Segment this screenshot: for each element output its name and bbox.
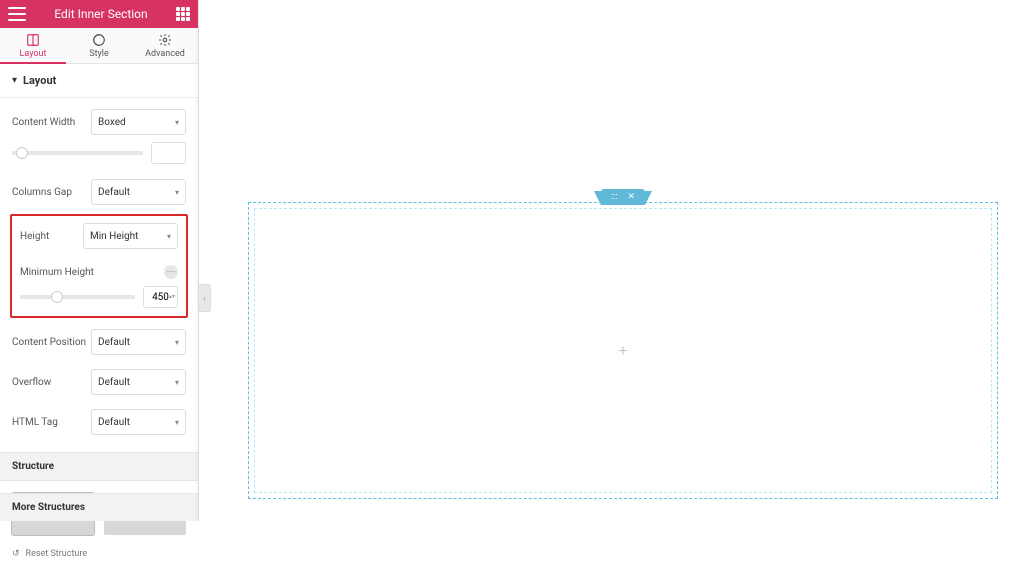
columns-gap-select[interactable]: Default▾ [91, 179, 186, 205]
apps-grid-icon[interactable] [176, 7, 190, 21]
control-html-tag: HTML Tag Default▾ [12, 408, 186, 436]
content-width-input[interactable] [151, 142, 186, 164]
caret-down-icon: ▾ [175, 188, 179, 197]
gear-icon [158, 33, 172, 47]
height-highlight: Height Min Height▾ Minimum Height ⋯ 450▴… [10, 214, 188, 318]
layout-icon [26, 33, 40, 47]
html-tag-select[interactable]: Default▾ [91, 409, 186, 435]
chevron-down-icon: ▾ [12, 75, 17, 86]
height-select[interactable]: Min Height▾ [83, 223, 178, 249]
html-tag-label: HTML Tag [12, 417, 58, 428]
drag-handle-icon[interactable]: ::: [611, 192, 618, 202]
caret-down-icon: ▾ [175, 378, 179, 387]
collapse-sidebar-handle[interactable]: ‹ [199, 284, 211, 312]
control-content-width: Content Width Boxed▾ [12, 108, 186, 136]
caret-down-icon: ▾ [175, 118, 179, 127]
control-overflow: Overflow Default▾ [12, 368, 186, 396]
tab-label: Style [89, 49, 109, 59]
tab-label: Layout [20, 49, 47, 59]
more-structures-header[interactable]: More Structures [0, 493, 198, 521]
section-layout-header[interactable]: ▾ Layout [0, 64, 198, 98]
sidebar-header: Edit Inner Section [0, 0, 198, 28]
tab-layout[interactable]: Layout [0, 28, 66, 63]
content-width-label: Content Width [12, 117, 75, 128]
content-position-select[interactable]: Default▾ [91, 329, 186, 355]
section-canvas[interactable]: ::: ✕ + [248, 202, 998, 499]
min-height-input[interactable]: 450▴▾ [143, 286, 178, 308]
reset-structure-button[interactable]: ↺ Reset Structure [12, 549, 186, 559]
caret-down-icon: ▾ [167, 232, 171, 241]
section-layout-label: Layout [23, 74, 56, 87]
undo-icon: ↺ [12, 549, 20, 559]
close-icon[interactable]: ✕ [628, 192, 636, 202]
min-height-slider[interactable] [20, 295, 135, 299]
layout-controls: Content Width Boxed▾ Columns Gap Default… [0, 98, 198, 436]
content-position-label: Content Position [12, 337, 86, 348]
editor-tabs: Layout Style Advanced [0, 28, 198, 64]
plus-icon[interactable]: + [618, 341, 627, 360]
control-min-height: Minimum Height ⋯ [20, 258, 178, 286]
hamburger-icon[interactable] [8, 7, 26, 21]
units-icon[interactable]: ⋯ [164, 265, 178, 279]
sidebar-title: Edit Inner Section [54, 7, 147, 21]
style-icon [92, 33, 106, 47]
columns-gap-label: Columns Gap [12, 187, 72, 198]
column-drop-area[interactable]: + [254, 208, 992, 493]
structure-header: Structure [0, 452, 198, 481]
content-width-select[interactable]: Boxed▾ [91, 109, 186, 135]
content-width-slider-row [12, 142, 186, 164]
control-height: Height Min Height▾ [20, 222, 178, 250]
overflow-select[interactable]: Default▾ [91, 369, 186, 395]
min-height-label: Minimum Height [20, 267, 94, 278]
min-height-slider-row: 450▴▾ [20, 286, 178, 308]
control-columns-gap: Columns Gap Default▾ [12, 178, 186, 206]
control-content-position: Content Position Default▾ [12, 328, 186, 356]
height-label: Height [20, 231, 49, 242]
caret-down-icon: ▾ [175, 418, 179, 427]
caret-down-icon: ▾ [175, 338, 179, 347]
tab-style[interactable]: Style [66, 28, 132, 63]
content-width-slider[interactable] [12, 151, 143, 155]
tab-label: Advanced [145, 49, 185, 59]
editor-sidebar: Edit Inner Section Layout Style Advanced… [0, 0, 199, 521]
reset-structure-label: Reset Structure [26, 549, 88, 559]
overflow-label: Overflow [12, 377, 51, 388]
section-controls-tab: ::: ✕ [601, 189, 645, 205]
tab-advanced[interactable]: Advanced [132, 28, 198, 63]
